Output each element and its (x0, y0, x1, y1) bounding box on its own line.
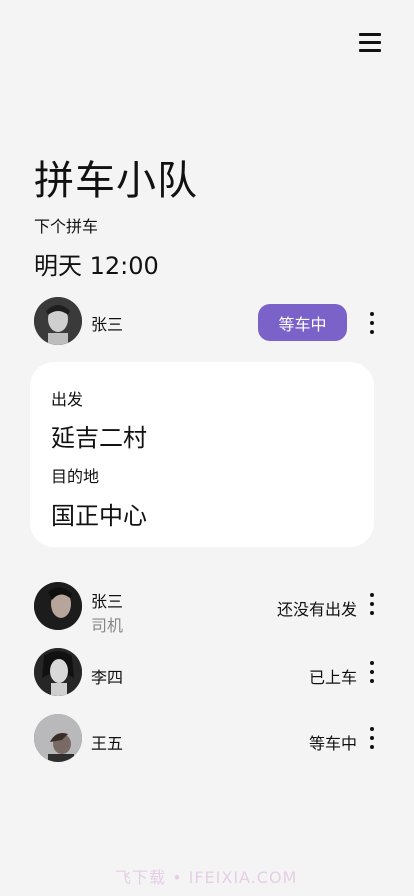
route-card: 出发 延吉二村 目的地 国正中心 (30, 362, 374, 547)
destination-value: 国正中心 (51, 502, 147, 530)
avatar (34, 714, 82, 762)
more-vertical-icon[interactable] (366, 660, 378, 684)
member-name: 王五 (91, 734, 124, 753)
member-name: 张三 (91, 592, 124, 611)
member-status: 等车中 (308, 734, 357, 753)
more-vertical-icon[interactable] (366, 311, 378, 335)
list-item[interactable]: 张三 司机 还没有出发 (34, 582, 384, 648)
avatar (34, 582, 82, 630)
depart-label: 出发 (51, 390, 84, 409)
member-status: 已上车 (308, 668, 357, 687)
watermark: 飞下载 • IFEIXIA.COM (115, 868, 298, 887)
driver-avatar[interactable] (34, 297, 82, 345)
driver-row: 张三 等车中 (34, 297, 384, 345)
next-ride-label: 下个拼车 (34, 217, 99, 236)
member-status: 还没有出发 (276, 600, 357, 619)
list-item[interactable]: 李四 已上车 (34, 648, 384, 714)
more-vertical-icon[interactable] (366, 726, 378, 750)
waiting-status-button[interactable]: 等车中 (258, 304, 347, 341)
member-name: 李四 (91, 668, 124, 687)
member-role: 司机 (91, 616, 124, 635)
more-vertical-icon[interactable] (366, 592, 378, 616)
hamburger-menu-icon[interactable] (356, 30, 384, 54)
depart-value: 延吉二村 (51, 424, 147, 452)
next-ride-time: 明天 12:00 (34, 252, 159, 280)
driver-name: 张三 (91, 315, 124, 334)
destination-label: 目的地 (51, 467, 100, 486)
avatar (34, 648, 82, 696)
list-item[interactable]: 王五 等车中 (34, 714, 384, 780)
member-list: 张三 司机 还没有出发 李四 已上车 王五 等车中 (34, 582, 384, 780)
carpool-screen: 拼车小队 下个拼车 明天 12:00 张三 等车中 出发 延吉二村 目的地 国正… (0, 0, 414, 896)
page-title: 拼车小队 (34, 158, 198, 204)
